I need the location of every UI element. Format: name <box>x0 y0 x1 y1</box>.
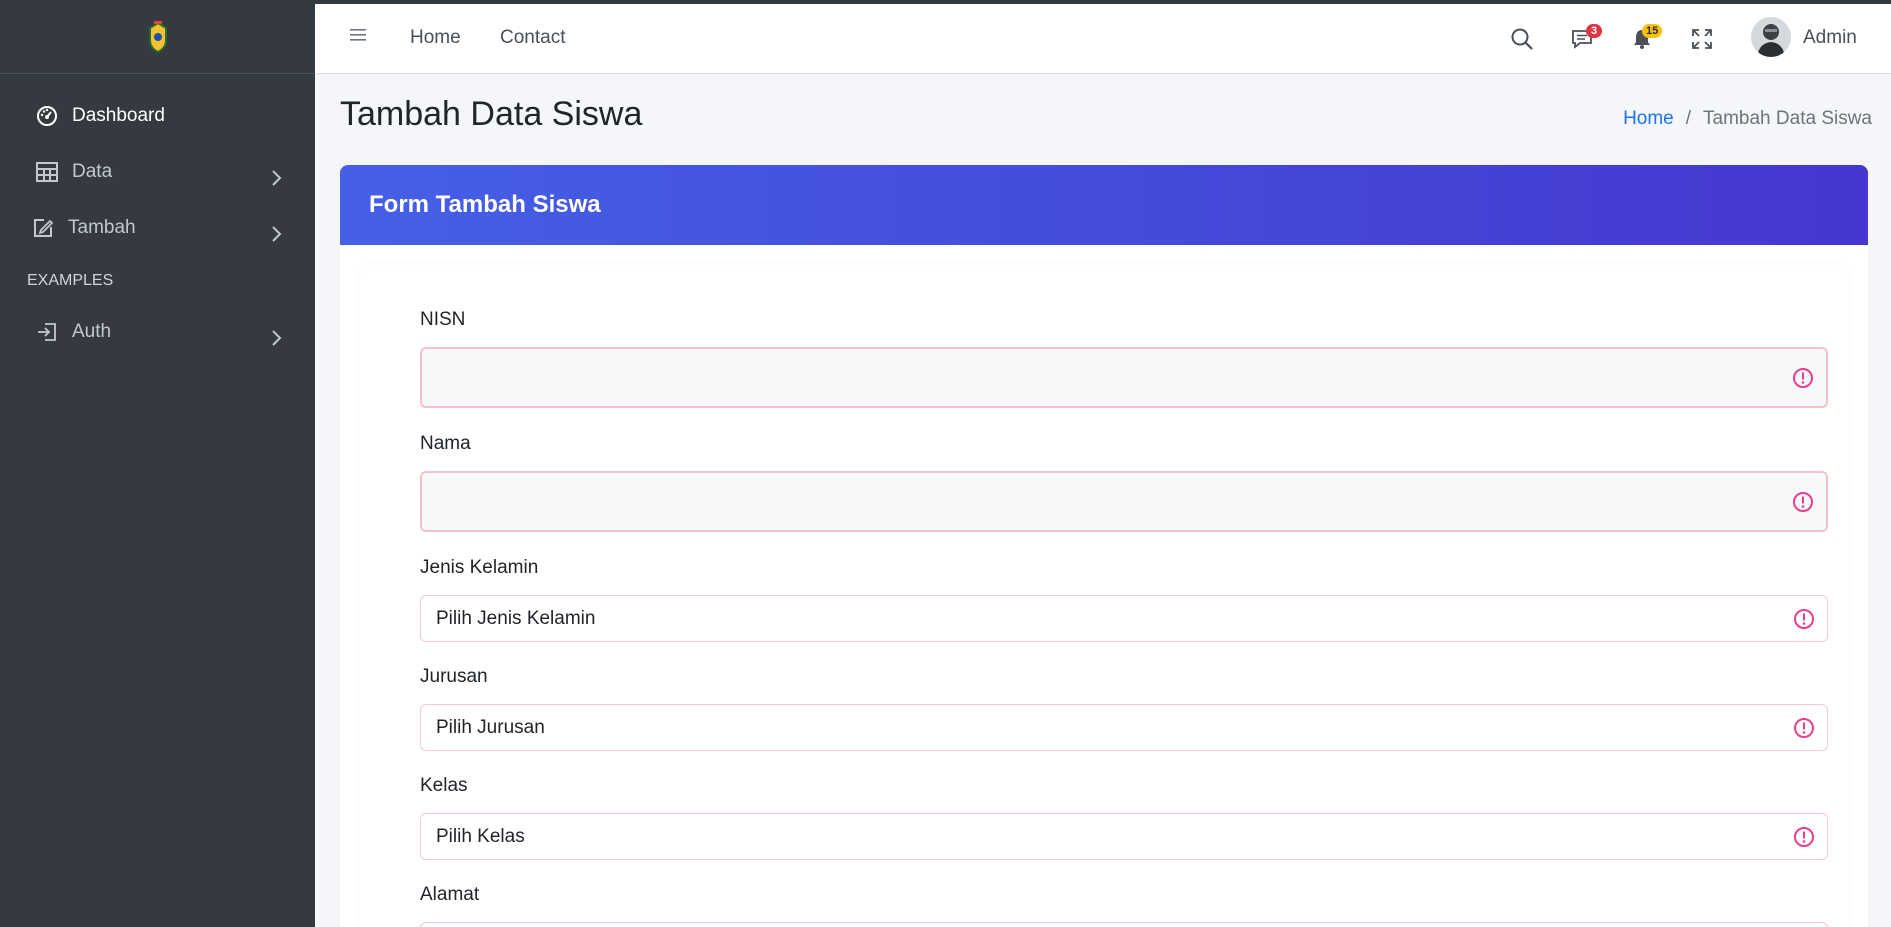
nav-link-contact[interactable]: Contact <box>500 27 565 49</box>
chevron-right-icon <box>272 330 282 346</box>
nama-input[interactable] <box>420 471 1828 532</box>
table-icon <box>35 160 59 184</box>
jurusan-select[interactable]: Pilih Jurusan <box>420 704 1828 751</box>
nama-label: Nama <box>420 433 471 454</box>
sidebar-section-header: EXAMPLES <box>27 272 114 289</box>
breadcrumb: Home / Tambah Data Siswa <box>1623 108 1872 130</box>
kelas-select[interactable]: Pilih Kelas <box>420 813 1828 860</box>
sidebar-nav: Dashboard Data Tambah EXAMPLES Auth <box>0 74 315 360</box>
breadcrumb-separator: / <box>1685 108 1692 129</box>
breadcrumb-home-link[interactable]: Home <box>1623 108 1674 130</box>
invalid-warning-icon <box>1794 609 1814 629</box>
user-photo-icon <box>1751 17 1791 57</box>
sidebar-item-dashboard[interactable]: Dashboard <box>0 88 315 144</box>
notifications-button[interactable]: 15 <box>1629 24 1669 54</box>
messages-button[interactable]: 3 <box>1569 24 1609 54</box>
messages-count-badge: 3 <box>1586 24 1602 38</box>
nisn-input[interactable] <box>420 347 1828 408</box>
dashboard-gauge-icon <box>35 104 59 128</box>
jenis-kelamin-select[interactable]: Pilih Jenis Kelamin <box>420 595 1828 642</box>
alamat-input[interactable] <box>420 922 1828 927</box>
sidebar-item-data[interactable]: Data <box>0 144 315 200</box>
invalid-warning-icon <box>1794 827 1814 847</box>
jurusan-label: Jurusan <box>420 666 488 687</box>
jenis-kelamin-selected-value: Pilih Jenis Kelamin <box>436 607 596 629</box>
form-card: Form Tambah Siswa NISN Nama Jenis Kelami… <box>340 165 1868 927</box>
sidebar-item-tambah[interactable]: Tambah <box>0 200 315 256</box>
jenis-kelamin-label: Jenis Kelamin <box>420 557 539 578</box>
chevron-right-icon <box>272 226 282 242</box>
login-icon <box>35 320 59 344</box>
user-name[interactable]: Admin <box>1803 27 1857 49</box>
invalid-warning-icon <box>1793 492 1813 512</box>
sidebar-item-label: Auth <box>72 321 112 342</box>
sidebar-item-label: Data <box>72 161 113 182</box>
nisn-label: NISN <box>420 309 466 330</box>
kelas-label: Kelas <box>420 775 468 796</box>
invalid-warning-icon <box>1793 368 1813 388</box>
hamburger-menu-icon[interactable] <box>350 28 366 42</box>
chevron-right-icon <box>272 170 282 186</box>
search-icon[interactable] <box>1509 26 1535 52</box>
sidebar-item-auth[interactable]: Auth <box>0 304 315 360</box>
school-logo-icon <box>148 20 167 53</box>
form-container: NISN Nama Jenis Kelamin Pilih Jenis Kela… <box>360 265 1848 927</box>
sidebar-item-label: Dashboard <box>72 105 165 126</box>
page-title: Tambah Data Siswa <box>340 95 643 133</box>
fullscreen-expand-icon[interactable] <box>1689 26 1715 52</box>
alamat-label: Alamat <box>420 884 480 905</box>
brand-logo-area[interactable] <box>0 0 315 74</box>
notifications-count-badge: 15 <box>1642 24 1663 38</box>
kelas-selected-value: Pilih Kelas <box>436 825 525 847</box>
card-header: Form Tambah Siswa <box>340 165 1868 245</box>
nav-link-home[interactable]: Home <box>410 27 461 49</box>
sidebar: Dashboard Data Tambah EXAMPLES Auth <box>0 0 315 927</box>
user-avatar[interactable] <box>1751 17 1791 57</box>
jurusan-selected-value: Pilih Jurusan <box>436 716 545 738</box>
breadcrumb-current: Tambah Data Siswa <box>1703 108 1872 129</box>
top-navbar: Home Contact 3 15 Admin <box>315 4 1891 74</box>
edit-icon <box>31 216 55 240</box>
card-title: Form Tambah Siswa <box>369 191 601 218</box>
invalid-warning-icon <box>1794 718 1814 738</box>
sidebar-item-label: Tambah <box>68 217 136 238</box>
